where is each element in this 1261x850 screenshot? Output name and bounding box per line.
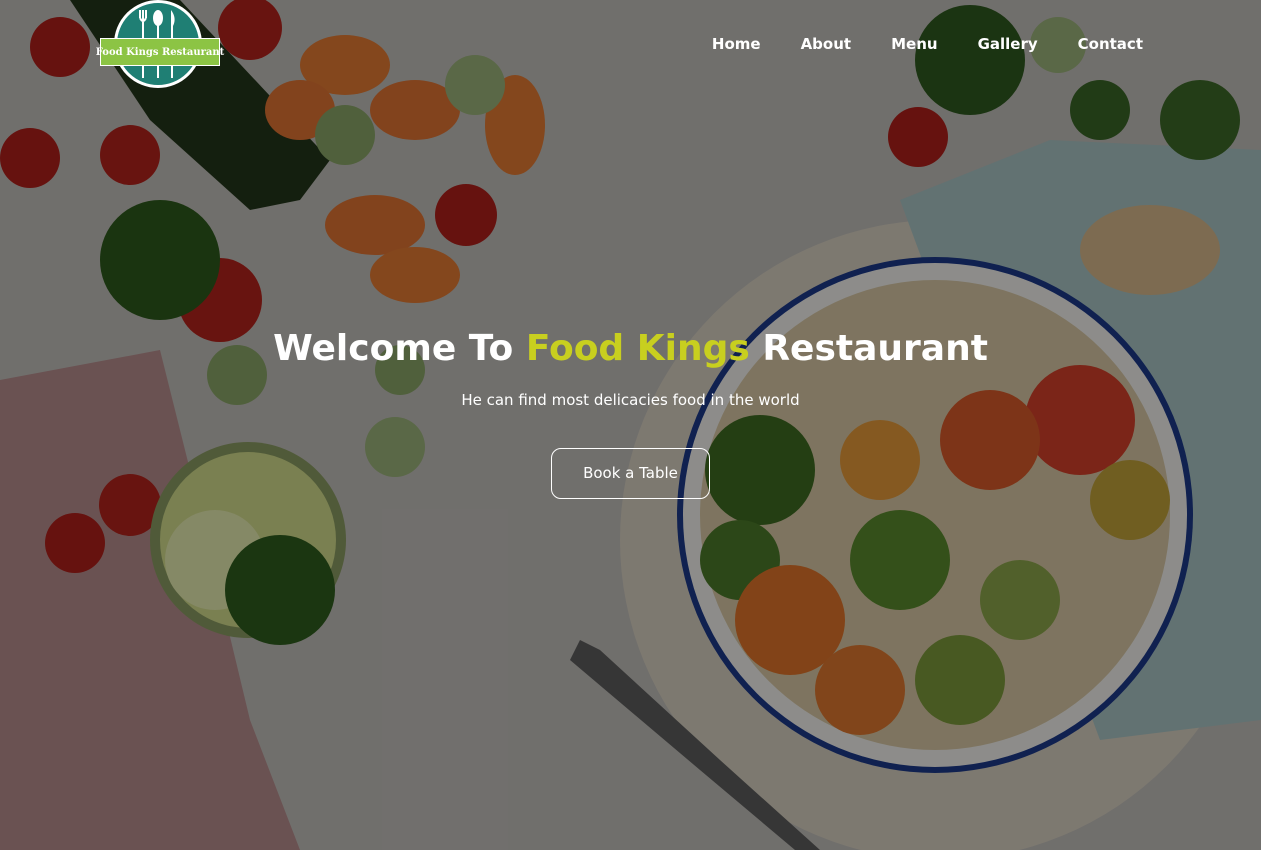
hero-subtitle: He can find most delicacies food in the … xyxy=(461,391,800,409)
utensils-handles-icon xyxy=(142,66,173,78)
restaurant-logo[interactable]: Food Kings Restaurant xyxy=(96,0,224,92)
utensils-icon xyxy=(139,10,175,40)
hero-section: Food Kings Restaurant Home About Menu Ga… xyxy=(0,0,1261,850)
logo-banner-text: Food Kings Restaurant xyxy=(96,38,224,66)
nav-link-menu[interactable]: Menu xyxy=(891,33,937,55)
hero-content: Welcome To Food Kings Restaurant He can … xyxy=(0,326,1261,499)
nav-link-about[interactable]: About xyxy=(801,33,852,55)
hero-title-part1: Welcome To xyxy=(273,328,526,369)
nav-link-contact[interactable]: Contact xyxy=(1078,33,1143,55)
hero-title: Welcome To Food Kings Restaurant xyxy=(0,326,1261,372)
book-table-button[interactable]: Book a Table xyxy=(551,448,710,499)
nav-link-gallery[interactable]: Gallery xyxy=(978,33,1038,55)
main-navigation: Home About Menu Gallery Contact xyxy=(712,33,1143,55)
hero-title-accent: Food Kings xyxy=(525,328,750,369)
hero-title-part2: Restaurant xyxy=(749,328,988,369)
nav-link-home[interactable]: Home xyxy=(712,33,761,55)
